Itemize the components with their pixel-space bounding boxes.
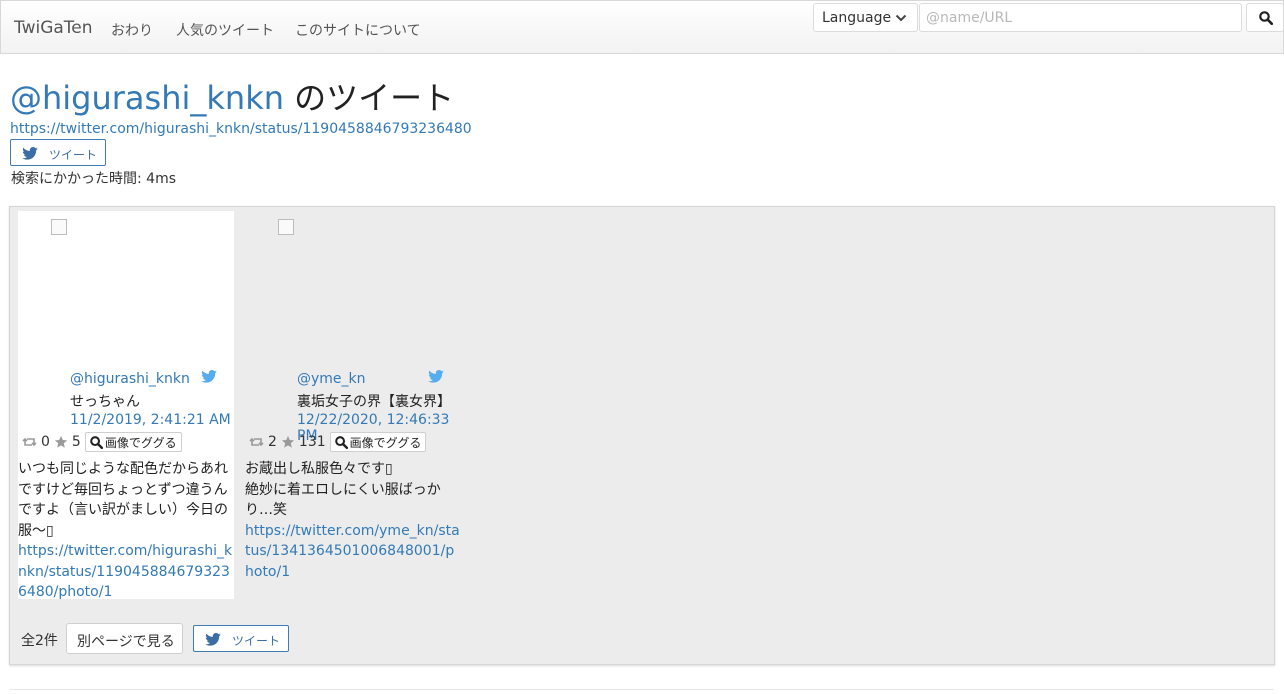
result-count: 全2件 bbox=[21, 633, 58, 649]
separate-page-label: 別ページで見る bbox=[77, 634, 175, 650]
tweet-display-name: 裏垢女子の界【裏女界】 bbox=[297, 394, 451, 410]
top-navbar: TwiGaTen おわり 人気のツイート このサイトについて Language bbox=[0, 0, 1284, 54]
search-icon bbox=[334, 435, 348, 449]
search-input[interactable] bbox=[919, 3, 1242, 32]
google-image-search-label: 画像でググる bbox=[104, 435, 177, 450]
twitter-bird-icon bbox=[22, 147, 38, 160]
tweet-stats: 0 5 画像でググる bbox=[22, 432, 182, 452]
search-time-text: 検索にかかった時間: 4ms bbox=[11, 171, 177, 187]
search-icon bbox=[1259, 11, 1273, 25]
page-title: @higurashi_knkn のツイート bbox=[10, 76, 454, 120]
tweet-body: いつも同じような配色だからあれですけど毎回ちょっとずつ違うんですよ（言い訳がまし… bbox=[18, 461, 228, 539]
google-image-search-button[interactable]: 画像でググる bbox=[84, 432, 182, 452]
tweet-share-button[interactable]: ツイート bbox=[193, 625, 289, 652]
google-image-search-label: 画像でググる bbox=[349, 435, 422, 450]
language-select-label: Language bbox=[822, 10, 892, 26]
page-title-username-link[interactable]: @higurashi_knkn bbox=[10, 79, 284, 117]
tweet-card: @higurashi_knkn せっちゃん 11/2/2019, 2:41:21… bbox=[18, 211, 234, 600]
page-title-suffix: のツイート bbox=[284, 79, 455, 117]
tweet-username-link[interactable]: @yme_kn bbox=[297, 371, 366, 387]
retweet-count: 2 bbox=[268, 434, 277, 450]
retweet-icon bbox=[249, 437, 264, 447]
like-count: 131 bbox=[298, 434, 326, 450]
nav-link-popular[interactable]: 人気のツイート bbox=[176, 20, 274, 40]
broken-image-icon[interactable] bbox=[278, 219, 294, 235]
nav-link-end[interactable]: おわり bbox=[111, 20, 153, 40]
tweet-share-button[interactable]: ツイート bbox=[10, 139, 106, 166]
star-icon bbox=[281, 435, 295, 448]
tweet-body: お蔵出し私服色々です▯ 絶妙に着エロしにくい服ばっかり…笑 bbox=[245, 461, 441, 518]
tweet-date-link[interactable]: 11/2/2019, 2:41:21 AM bbox=[70, 412, 231, 428]
results-panel: @higurashi_knkn せっちゃん 11/2/2019, 2:41:21… bbox=[9, 206, 1275, 665]
separate-page-button[interactable]: 別ページで見る bbox=[66, 623, 183, 654]
twitter-bird-icon[interactable] bbox=[201, 370, 217, 383]
language-select[interactable]: Language bbox=[813, 3, 918, 32]
bottom-divider bbox=[10, 689, 1274, 690]
status-url-link[interactable]: https://twitter.com/higurashi_knkn/statu… bbox=[10, 121, 472, 137]
tweet-photo-link[interactable]: https://twitter.com/yme_kn/status/134136… bbox=[245, 521, 461, 583]
tweet-stats: 2 131 画像でググる bbox=[249, 432, 427, 452]
brand-logo-link[interactable]: TwiGaTen bbox=[14, 18, 93, 38]
tweet-username-link[interactable]: @higurashi_knkn bbox=[70, 371, 190, 387]
retweet-icon bbox=[22, 437, 37, 447]
twitter-bird-icon[interactable] bbox=[428, 370, 444, 383]
tweet-text: いつも同じような配色だからあれですけど毎回ちょっとずつ違うんですよ（言い訳がまし… bbox=[18, 459, 234, 603]
star-icon bbox=[54, 435, 68, 448]
tweet-photo-link[interactable]: https://twitter.com/higurashi_knkn/statu… bbox=[18, 541, 234, 603]
nav-link-about[interactable]: このサイトについて bbox=[295, 20, 421, 40]
tweet-share-label: ツイート bbox=[49, 148, 98, 162]
twitter-bird-icon bbox=[205, 633, 221, 646]
search-button[interactable] bbox=[1246, 3, 1284, 32]
retweet-count: 0 bbox=[41, 434, 50, 450]
google-image-search-button[interactable]: 画像でググる bbox=[329, 432, 427, 452]
chevron-down-icon bbox=[895, 14, 907, 22]
broken-image-icon[interactable] bbox=[51, 219, 67, 235]
like-count: 5 bbox=[71, 434, 81, 450]
tweet-text: お蔵出し私服色々です▯ 絶妙に着エロしにくい服ばっかり…笑 https://twi… bbox=[245, 459, 461, 582]
tweet-share-label: ツイート bbox=[232, 634, 281, 648]
tweet-display-name: せっちゃん bbox=[70, 394, 140, 410]
tweet-card: @yme_kn 裏垢女子の界【裏女界】 12/22/2020, 12:46:33… bbox=[245, 211, 461, 599]
search-icon bbox=[90, 435, 103, 449]
